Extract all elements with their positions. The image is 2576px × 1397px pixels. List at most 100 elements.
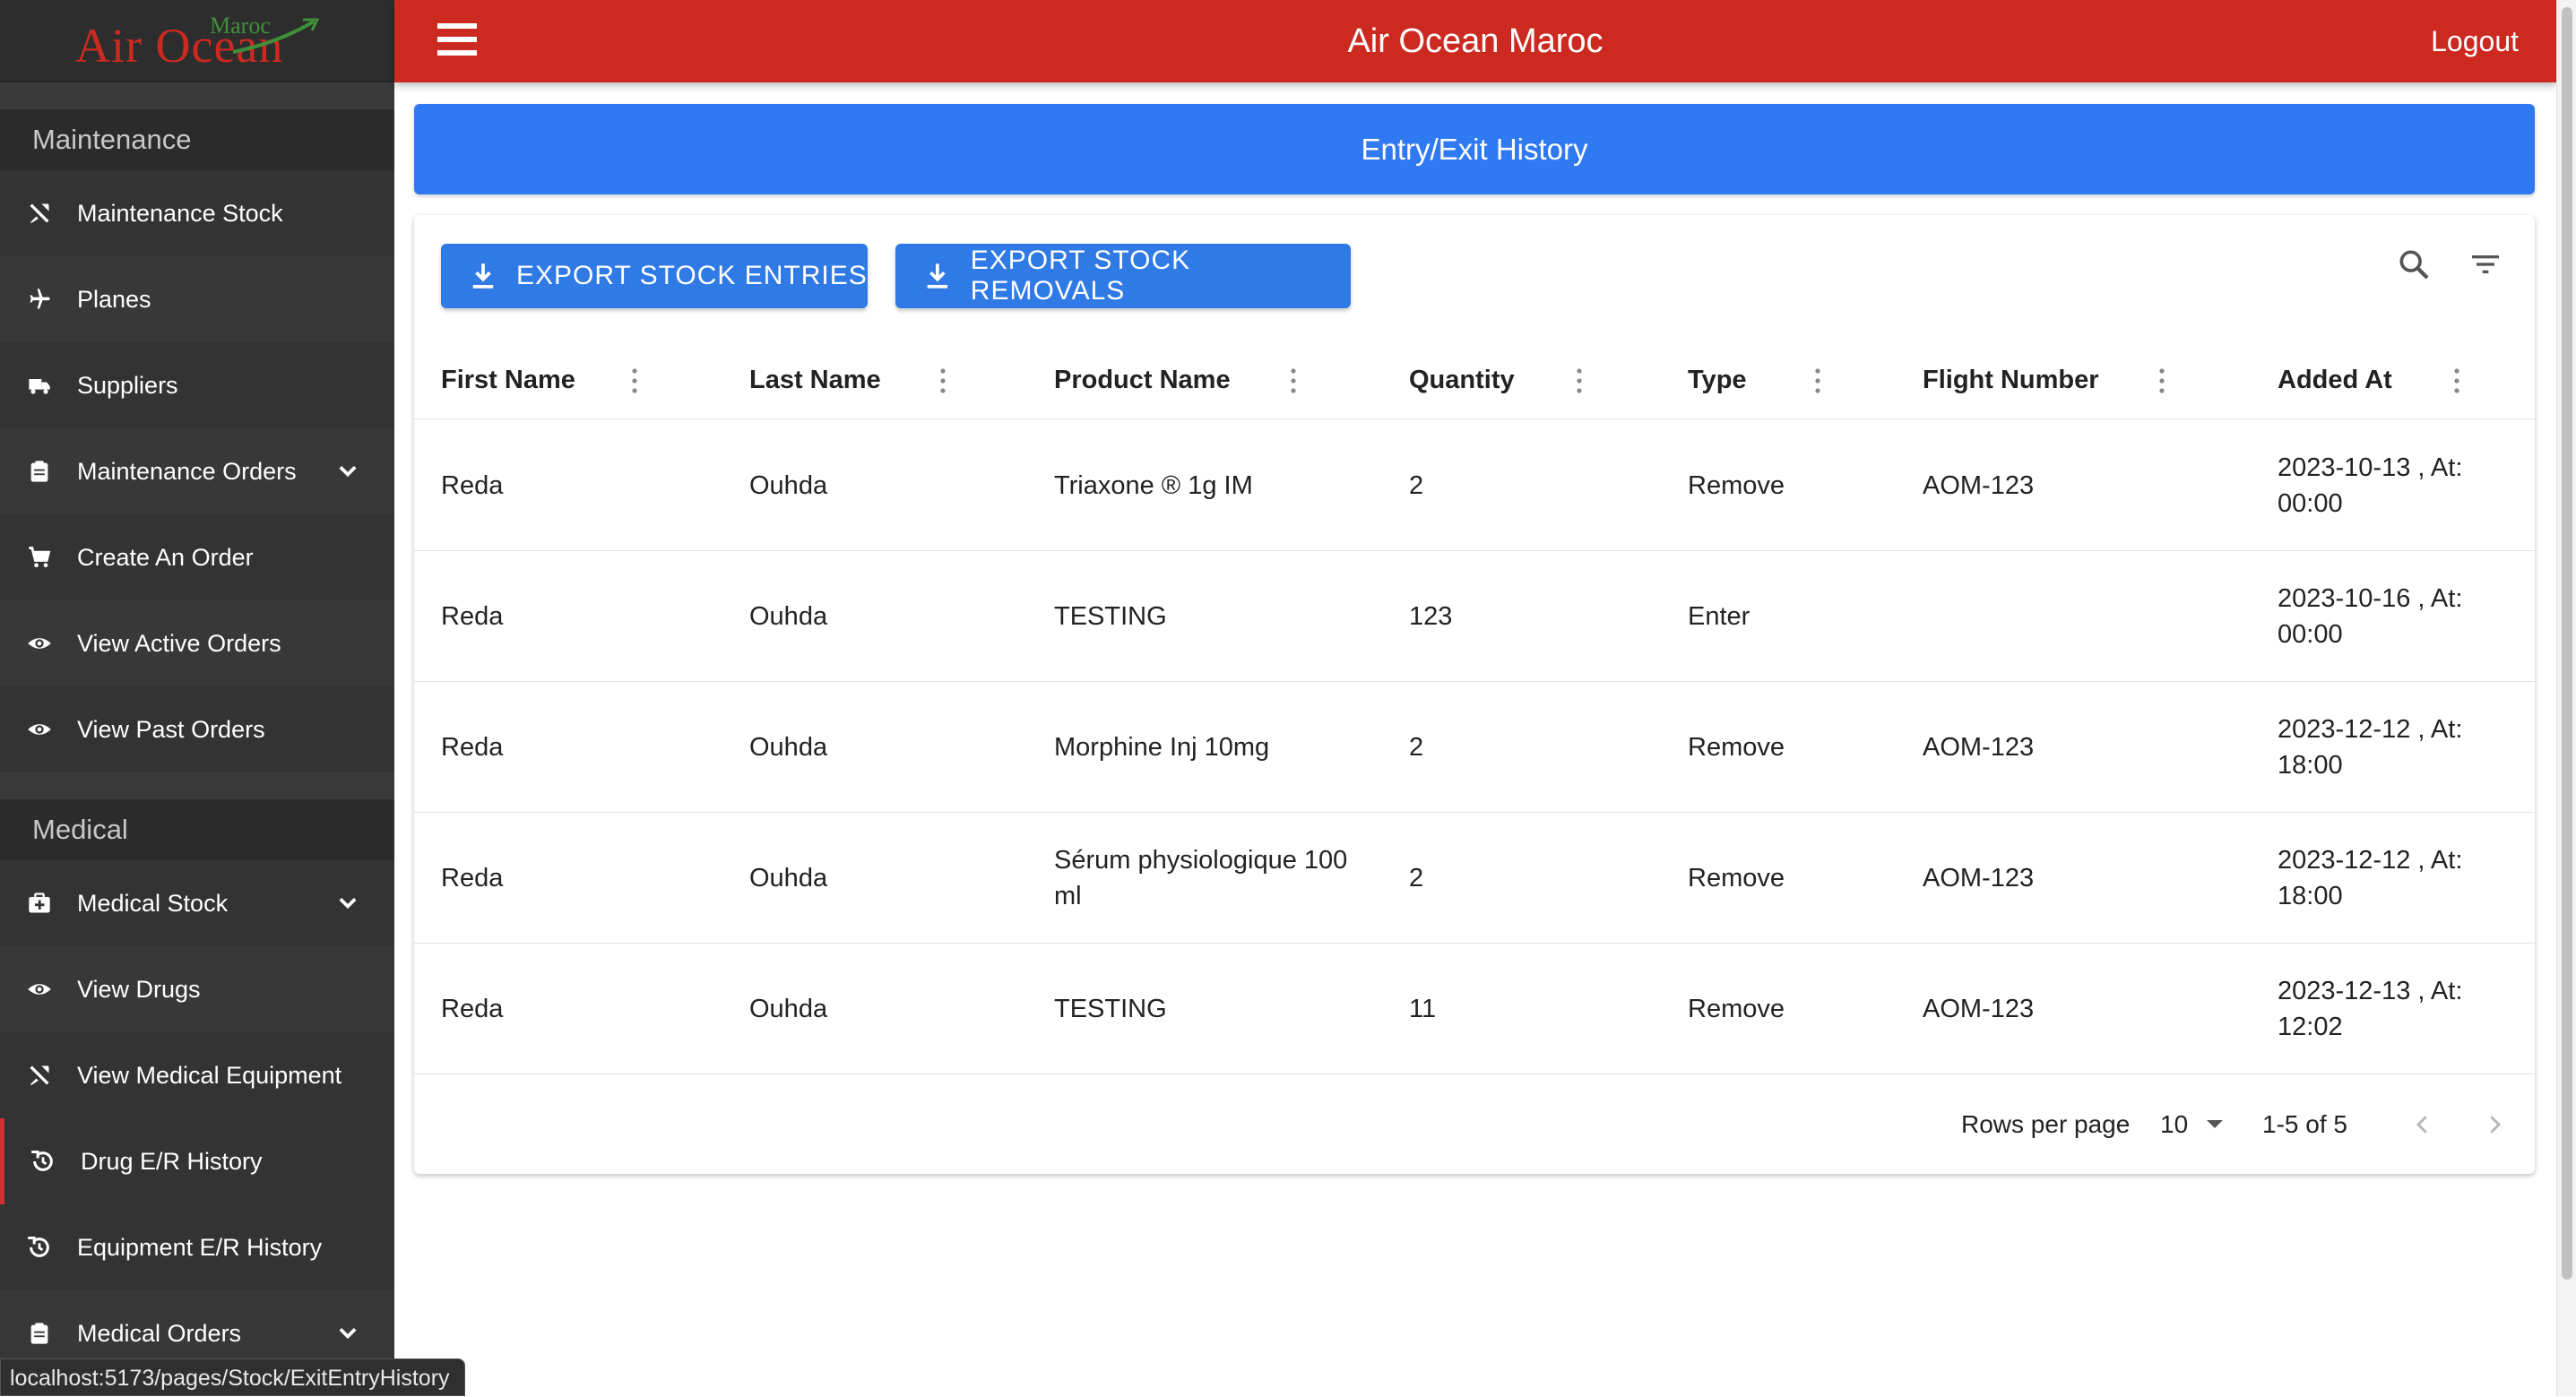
sidebar-item-equipment-er-history[interactable]: Equipment E/R History — [0, 1204, 394, 1290]
top-app-bar: Air Ocean Maroc Logout — [394, 0, 2556, 82]
previous-page-icon[interactable] — [2409, 1111, 2436, 1138]
column-header-flight-number[interactable]: Flight Number — [1923, 341, 2099, 419]
cell-type: Remove — [1688, 995, 1785, 1023]
page-title-banner: Entry/Exit History — [414, 104, 2535, 194]
column-menu-icon[interactable] — [629, 366, 640, 396]
cell-quantity: 11 — [1409, 995, 1437, 1023]
column-menu-icon[interactable] — [2451, 366, 2462, 396]
cell-added-at: 2023-12-12 , At: 18:00 — [2278, 715, 2463, 780]
page-scrollbar[interactable] — [2556, 0, 2576, 1396]
table-header: First Name Last Name Product Name Quanti… — [414, 341, 2535, 419]
cell-type: Remove — [1688, 471, 1785, 500]
sidebar-item-label: Planes — [77, 285, 151, 313]
scrollbar-thumb[interactable] — [2562, 7, 2572, 1280]
tools-icon — [27, 1063, 52, 1088]
sidebar-item-suppliers[interactable]: Suppliers — [0, 342, 394, 428]
column-header-product-name[interactable]: Product Name — [1054, 341, 1231, 419]
export-stock-entries-button[interactable]: EXPORT STOCK ENTRIES — [441, 244, 868, 308]
column-header-type[interactable]: Type — [1688, 341, 1747, 419]
cell-first-name: Reda — [441, 733, 504, 762]
sidebar-item-label: Create An Order — [77, 543, 254, 571]
cart-icon — [27, 545, 52, 570]
logo[interactable]: Air Ocean Maroc — [0, 0, 394, 82]
sidebar: Air Ocean Maroc Maintenance Maintenance … — [0, 0, 394, 1396]
sidebar-item-label: View Drugs — [77, 975, 201, 1003]
column-menu-icon[interactable] — [1288, 366, 1299, 396]
table-row[interactable]: Reda Ouhda Sérum physiologique 100 ml 2 … — [414, 813, 2535, 944]
search-icon[interactable] — [2391, 242, 2436, 287]
section-header-maintenance: Maintenance — [0, 109, 394, 170]
cell-type: Remove — [1688, 733, 1785, 762]
sidebar-item-view-medical-equipment[interactable]: View Medical Equipment — [0, 1032, 394, 1118]
table-row[interactable]: Reda Ouhda TESTING 123 Enter 2023-10-16 … — [414, 551, 2535, 682]
sidebar-item-label: View Medical Equipment — [77, 1061, 342, 1089]
sidebar-item-view-active-orders[interactable]: View Active Orders — [0, 600, 394, 686]
tools-icon — [27, 201, 52, 226]
cell-last-name: Ouhda — [749, 733, 828, 762]
clipboard-icon — [27, 1321, 52, 1346]
cell-flight-number: AOM-123 — [1923, 471, 2035, 500]
cell-flight-number: AOM-123 — [1923, 864, 2035, 893]
table-row[interactable]: Reda Ouhda Triaxone ® 1g IM 2 Remove AOM… — [414, 420, 2535, 551]
column-menu-icon[interactable] — [938, 366, 948, 396]
rows-per-page-label: Rows per page — [1961, 1110, 2131, 1138]
sidebar-item-planes[interactable]: Planes — [0, 256, 394, 342]
sidebar-item-label: View Past Orders — [77, 715, 265, 743]
sidebar-item-drug-er-history[interactable]: Drug E/R History — [0, 1118, 394, 1204]
filter-icon[interactable] — [2463, 242, 2508, 287]
cell-quantity: 2 — [1409, 864, 1424, 893]
clipboard-icon — [27, 459, 52, 484]
column-header-quantity[interactable]: Quantity — [1409, 341, 1515, 419]
column-menu-icon[interactable] — [1574, 366, 1585, 396]
chevron-down-icon[interactable] — [335, 1321, 360, 1346]
sidebar-item-label: Medical Orders — [77, 1319, 242, 1347]
cell-last-name: Ouhda — [749, 471, 828, 500]
column-header-added-at[interactable]: Added At — [2278, 341, 2392, 419]
cell-added-at: 2023-12-13 , At: 12:02 — [2278, 977, 2463, 1041]
cell-flight-number: AOM-123 — [1923, 995, 2035, 1023]
cell-added-at: 2023-10-16 , At: 00:00 — [2278, 584, 2463, 649]
sidebar-item-label: Drug E/R History — [81, 1147, 263, 1175]
sidebar-item-create-order[interactable]: Create An Order — [0, 514, 394, 600]
cell-type: Remove — [1688, 864, 1785, 893]
cell-first-name: Reda — [441, 995, 504, 1023]
sidebar-item-label: Maintenance Orders — [77, 457, 297, 485]
sidebar-item-maintenance-stock[interactable]: Maintenance Stock — [0, 170, 394, 256]
export-entries-label: EXPORT STOCK ENTRIES — [516, 261, 868, 290]
app-title: Air Ocean Maroc — [1347, 22, 1604, 60]
download-icon — [927, 263, 948, 289]
caret-down-icon — [2207, 1120, 2223, 1128]
truck-icon — [27, 373, 52, 398]
cell-first-name: Reda — [441, 602, 504, 631]
chevron-down-icon[interactable] — [335, 459, 360, 484]
export-stock-removals-button[interactable]: EXPORT STOCK REMOVALS — [895, 244, 1351, 308]
eye-icon — [27, 631, 52, 656]
cell-first-name: Reda — [441, 471, 504, 500]
column-menu-icon[interactable] — [2157, 366, 2167, 396]
sidebar-item-maintenance-orders[interactable]: Maintenance Orders — [0, 428, 394, 514]
column-header-last-name[interactable]: Last Name — [749, 341, 881, 419]
cell-product-name: Triaxone ® 1g IM — [1054, 471, 1253, 500]
cell-last-name: Ouhda — [749, 602, 828, 631]
sidebar-item-view-drugs[interactable]: View Drugs — [0, 946, 394, 1032]
next-page-icon[interactable] — [2481, 1111, 2508, 1138]
status-bar-url: localhost:5173/pages/Stock/ExitEntryHist… — [0, 1358, 465, 1396]
cell-added-at: 2023-12-12 , At: 18:00 — [2278, 846, 2463, 910]
table-pagination: Rows per page 10 1-5 of 5 — [414, 1075, 2535, 1174]
cell-flight-number: AOM-123 — [1923, 733, 2035, 762]
cell-quantity: 2 — [1409, 733, 1424, 762]
sidebar-item-view-past-orders[interactable]: View Past Orders — [0, 686, 394, 772]
chevron-down-icon[interactable] — [335, 891, 360, 916]
column-menu-icon[interactable] — [1812, 366, 1823, 396]
history-icon — [27, 1235, 52, 1260]
column-header-first-name[interactable]: First Name — [441, 341, 575, 419]
table-row[interactable]: Reda Ouhda Morphine Inj 10mg 2 Remove AO… — [414, 682, 2535, 813]
eye-icon — [27, 977, 52, 1002]
logout-button[interactable]: Logout — [2431, 0, 2519, 82]
table-row[interactable]: Reda Ouhda TESTING 11 Remove AOM-123 202… — [414, 944, 2535, 1074]
rows-per-page-select[interactable]: 10 — [2160, 1075, 2237, 1174]
cell-product-name: TESTING — [1054, 602, 1167, 631]
sidebar-item-medical-stock[interactable]: Medical Stock — [0, 860, 394, 946]
section-header-medical: Medical — [0, 799, 394, 860]
cell-last-name: Ouhda — [749, 864, 828, 893]
